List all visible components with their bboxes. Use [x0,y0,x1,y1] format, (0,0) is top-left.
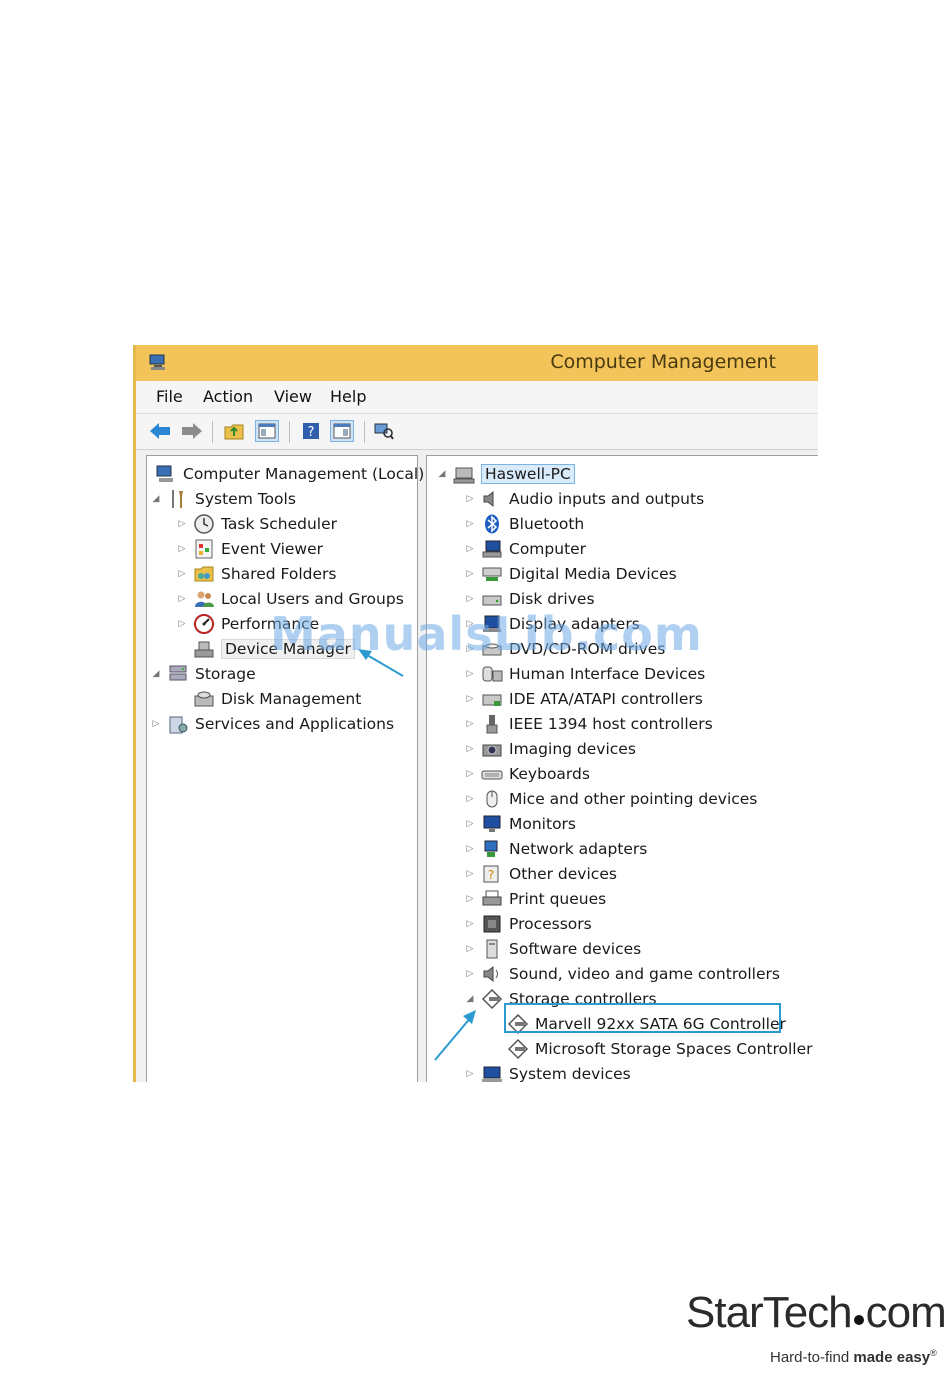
arrow-to-marvell-controller [434,1010,476,1061]
logo-tagline: Hard-to-find made easy® [770,1348,937,1366]
watermark: ManualsLib.com [270,607,703,661]
startech-logo: StarTech com Hard-to-find made easy® [686,1288,947,1366]
annotation-arrows [358,649,476,1061]
logo-brand: StarTech com [686,1288,947,1337]
